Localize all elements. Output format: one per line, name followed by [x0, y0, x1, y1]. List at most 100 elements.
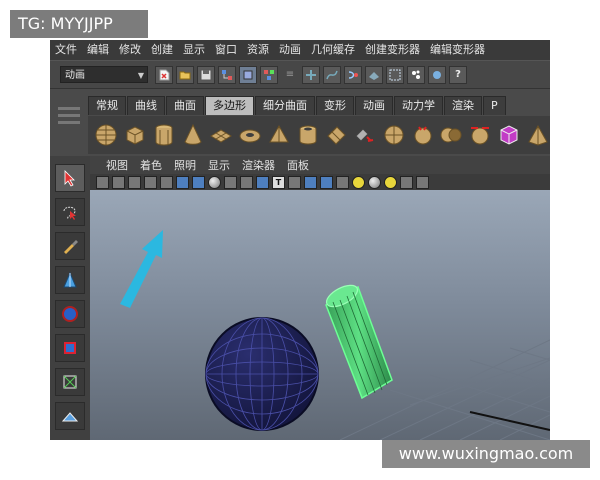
tab-animation[interactable]: 动画: [355, 96, 393, 115]
panel-menu-lighting[interactable]: 照明: [168, 157, 202, 173]
help-icon[interactable]: ?: [449, 65, 467, 84]
select-tool-icon[interactable]: [55, 164, 85, 192]
menu-set-label: 动画: [65, 70, 85, 81]
tab-curves[interactable]: 曲线: [127, 96, 165, 115]
tab-rendering[interactable]: 渲染: [444, 96, 482, 115]
image-plane-icon[interactable]: [144, 175, 157, 189]
bookmarks-icon[interactable]: [128, 175, 141, 189]
poly-prism-icon[interactable]: [267, 121, 292, 149]
save-scene-icon[interactable]: [197, 65, 215, 84]
menu-modify[interactable]: 修改: [114, 40, 146, 60]
texture-toggle-icon[interactable]: T: [272, 175, 285, 189]
resolution-gate-icon[interactable]: [192, 175, 205, 189]
menu-edit[interactable]: 编辑: [82, 40, 114, 60]
lasso-tool-icon[interactable]: [55, 198, 85, 226]
select-object-icon[interactable]: [239, 65, 257, 84]
menu-set-dropdown[interactable]: 动画 ▼: [60, 66, 148, 83]
camera-attributes-icon[interactable]: [112, 175, 125, 189]
menu-create-deformers[interactable]: 创建变形器: [360, 40, 425, 60]
viewport-scene: [120, 230, 550, 440]
poly-plane-icon[interactable]: [209, 121, 234, 149]
snap-view-plane-icon[interactable]: [365, 65, 383, 84]
rotate-tool-icon[interactable]: [55, 300, 85, 328]
poly-cone-icon[interactable]: [180, 121, 205, 149]
menu-window[interactable]: 窗口: [210, 40, 242, 60]
chevron-down-icon[interactable]: ▼: [138, 67, 144, 84]
menu-assets[interactable]: 资源: [242, 40, 274, 60]
scale-tool-icon[interactable]: [55, 334, 85, 362]
boolean-icon[interactable]: [439, 121, 464, 149]
bounding-box-icon[interactable]: [320, 175, 333, 189]
menu-edit-deformers[interactable]: 编辑变形器: [425, 40, 490, 60]
panel-menu-view[interactable]: 视图: [100, 157, 134, 173]
toolbar-separator-icon: ≡: [285, 69, 295, 80]
poly-cylinder-object: [325, 284, 393, 400]
paint-select-tool-icon[interactable]: [55, 232, 85, 260]
panel-layout-icon[interactable]: [416, 175, 429, 189]
menu-animate[interactable]: 动画: [274, 40, 306, 60]
grid-toggle-icon[interactable]: [160, 175, 173, 189]
make-live-icon[interactable]: [386, 65, 404, 84]
maya-window: 文件 编辑 修改 创建 显示 窗口 资源 动画 几何缓存 创建变形器 编辑变形器…: [50, 40, 550, 440]
mirror-icon[interactable]: [468, 121, 493, 149]
poly-helix-icon[interactable]: [324, 121, 349, 149]
separate-icon[interactable]: [382, 121, 407, 149]
hud-toggle-icon[interactable]: [288, 175, 301, 189]
open-scene-icon[interactable]: [176, 65, 194, 84]
main-menubar: 文件 编辑 修改 创建 显示 窗口 资源 动画 几何缓存 创建变形器 编辑变形器: [50, 40, 550, 60]
shadows-icon[interactable]: [384, 175, 397, 189]
shelf-tab-bar: 常规 曲线 曲面 多边形 细分曲面 变形 动画 动力学 渲染 P: [88, 96, 507, 115]
tab-dynamics[interactable]: 动力学: [394, 96, 443, 115]
universal-manipulator-icon[interactable]: [55, 368, 85, 396]
panel-menu-shading[interactable]: 着色: [134, 157, 168, 173]
pointer-arrow-icon: [120, 230, 163, 308]
ipr-render-icon[interactable]: [428, 65, 446, 84]
pyramid-icon[interactable]: [525, 121, 550, 149]
snap-curve-icon[interactable]: [323, 65, 341, 84]
poly-cylinder-icon[interactable]: [152, 121, 177, 149]
all-lights-icon[interactable]: [368, 175, 381, 189]
smooth-shading-icon[interactable]: [224, 175, 237, 189]
poly-torus-icon[interactable]: [238, 121, 263, 149]
poly-pipe-icon[interactable]: [295, 121, 320, 149]
tab-polygons[interactable]: 多边形: [205, 96, 254, 115]
tab-subdiv[interactable]: 细分曲面: [255, 96, 315, 115]
select-camera-icon[interactable]: [96, 175, 109, 189]
default-material-icon[interactable]: [304, 175, 317, 189]
render-current-icon[interactable]: [407, 65, 425, 84]
camera-icon[interactable]: [400, 175, 413, 189]
soft-modification-icon[interactable]: [55, 402, 85, 430]
tab-overflow[interactable]: P: [483, 96, 506, 115]
snap-grid-icon[interactable]: [302, 65, 320, 84]
panel-menu-panels[interactable]: 面板: [281, 157, 315, 173]
panel-toolbar: T: [90, 174, 550, 191]
smooth-icon[interactable]: [410, 121, 435, 149]
film-gate-icon[interactable]: [176, 175, 189, 189]
tab-surfaces[interactable]: 曲面: [166, 96, 204, 115]
new-scene-icon[interactable]: [155, 65, 173, 84]
move-tool-icon[interactable]: [55, 266, 85, 294]
menu-geometry-cache[interactable]: 几何缓存: [306, 40, 360, 60]
panel-menu-renderer[interactable]: 渲染器: [236, 157, 281, 173]
watermark-top: TG: MYYJJPP: [10, 10, 148, 38]
xray-icon[interactable]: [240, 175, 253, 189]
combine-icon[interactable]: [353, 121, 378, 149]
wireframe-shading-icon[interactable]: [208, 175, 221, 189]
poly-sphere-icon[interactable]: [94, 121, 119, 149]
poly-cube-icon[interactable]: [123, 121, 148, 149]
select-component-icon[interactable]: [260, 65, 278, 84]
tab-general[interactable]: 常规: [88, 96, 126, 115]
menu-display[interactable]: 显示: [178, 40, 210, 60]
default-lighting-icon[interactable]: [352, 175, 365, 189]
purple-cube-icon[interactable]: [497, 121, 522, 149]
tab-deformation[interactable]: 变形: [316, 96, 354, 115]
select-hierarchy-icon[interactable]: [218, 65, 236, 84]
panel-menu-show[interactable]: 显示: [202, 157, 236, 173]
menu-file[interactable]: 文件: [50, 40, 82, 60]
perspective-viewport[interactable]: [90, 190, 550, 440]
menu-create[interactable]: 创建: [146, 40, 178, 60]
shelf-menu-grip-icon[interactable]: [56, 103, 82, 147]
snap-point-icon[interactable]: [344, 65, 362, 84]
checker-icon[interactable]: [336, 175, 349, 189]
isolate-select-icon[interactable]: [256, 175, 269, 189]
